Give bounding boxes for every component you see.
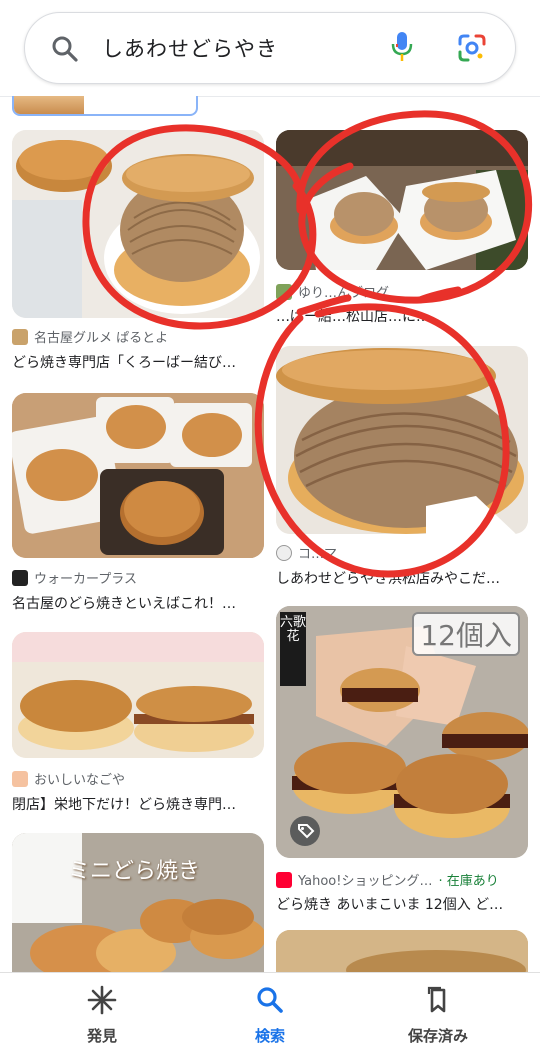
result-title[interactable]: 閉店】栄地下だけ！どら焼き専門… (12, 794, 264, 814)
result-card[interactable]: ゆり…んブログ …ばー結…松山店…に… (276, 130, 528, 325)
bookmark-icon (427, 986, 446, 1013)
result-title[interactable]: どら焼き あいまこいま 12個入 ど… (276, 894, 528, 914)
search-input[interactable]: しあわせどらやき (102, 33, 278, 63)
result-image[interactable] (276, 930, 528, 972)
result-title[interactable]: どら焼き専門店「くろーばー結び… (12, 352, 264, 372)
result-image[interactable]: ミニどら焼き (12, 833, 264, 973)
result-source: おいしいなごや (12, 769, 125, 788)
mic-icon[interactable] (390, 30, 414, 64)
count-badge: 12個入 (412, 612, 520, 656)
result-source: ウォーカープラス (12, 568, 137, 587)
result-card[interactable]: コ…マ しあわせどらやき浜松店みやこだ… (276, 346, 528, 588)
source-name: Yahoo!ショッピング… (298, 874, 433, 889)
search-icon (257, 987, 283, 1013)
nav-label: 発見 (86, 1027, 117, 1045)
yahoo-icon (276, 871, 292, 888)
result-card[interactable] (276, 930, 528, 972)
result-source: Yahoo!ショッピング… · 在庫あり (276, 870, 499, 889)
result-source: 名古屋グルメ ぱるとよ (12, 327, 168, 346)
result-image[interactable]: 六歌花 12個入 (276, 606, 528, 858)
result-card[interactable]: おいしいなごや 閉店】栄地下だけ！どら焼き専門… (12, 632, 264, 814)
result-title[interactable]: 名古屋のどら焼きといえばこれ！… (12, 593, 264, 613)
result-card[interactable]: ミニどら焼き (12, 833, 264, 973)
source-name: 名古屋グルメ ぱるとよ (34, 331, 169, 346)
nav-label: 保存済み (407, 1027, 468, 1045)
site-favicon-icon (276, 544, 292, 561)
result-image[interactable] (12, 393, 264, 558)
asterisk-icon (87, 985, 117, 1015)
nav-saved[interactable]: 保存済み (378, 985, 498, 1046)
site-favicon-icon (12, 770, 28, 787)
result-image[interactable] (276, 346, 528, 534)
source-name: おいしいなごや (34, 773, 126, 788)
search-icon[interactable] (50, 34, 80, 64)
result-card[interactable]: 六歌花 12個入 Yahoo!ショッピング… · 在庫あり どら焼き あいまこい… (276, 606, 528, 914)
bottom-navigation: 発見 検索 保存済み (0, 972, 540, 1057)
mini-caption: ミニどら焼き (68, 859, 201, 884)
result-image[interactable] (12, 130, 264, 318)
source-name: ゆり…んブログ (298, 286, 390, 301)
result-image[interactable] (276, 130, 528, 270)
nav-search[interactable]: 検索 (210, 985, 330, 1046)
result-title[interactable]: …ばー結…松山店…に… (276, 306, 528, 326)
result-image[interactable] (12, 632, 264, 758)
result-source: ゆり…んブログ (276, 282, 389, 301)
result-card[interactable]: ウォーカープラス 名古屋のどら焼きといえばこれ！… (12, 393, 264, 615)
nav-label: 検索 (254, 1027, 285, 1045)
brand-mark: 六歌花 (280, 612, 306, 686)
result-card[interactable]: 名古屋グルメ ぱるとよ どら焼き専門店「くろーばー結び… (12, 130, 264, 375)
price-tag-icon (290, 816, 320, 846)
previous-result-thumbnail[interactable] (12, 96, 198, 116)
site-favicon-icon (12, 569, 28, 586)
source-name: コ…マ (298, 547, 338, 562)
result-title[interactable]: しあわせどらやき浜松店みやこだ… (276, 568, 528, 588)
nav-discover[interactable]: 発見 (42, 985, 162, 1046)
site-favicon-icon (276, 283, 292, 300)
site-favicon-icon (12, 328, 28, 345)
lens-icon[interactable] (456, 32, 488, 64)
source-name: ウォーカープラス (34, 572, 137, 587)
stock-status: · 在庫あり (438, 874, 499, 889)
result-source: コ…マ (276, 543, 337, 562)
